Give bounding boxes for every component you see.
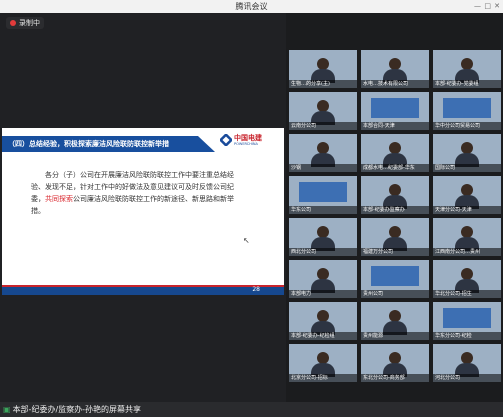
participant-tile[interactable]: 本部-纪委办-纪检组 (289, 302, 357, 340)
logo-text-en: POWERCHINA (234, 141, 258, 146)
participant-tile[interactable]: 本部电力 (289, 260, 357, 298)
participant-tile[interactable]: 西北分公司 (289, 218, 357, 256)
slide-header: （四）总结经验，积极探索廉洁风险联防联控新举措 (2, 136, 215, 152)
recording-dot-icon (10, 20, 16, 26)
participant-tile[interactable]: 贵州能源 (361, 302, 429, 340)
participant-name: 华东分公司-纪检 (433, 332, 501, 340)
participant-name: 生物…的分享(主) (289, 80, 357, 88)
recording-indicator[interactable]: 录制中 (6, 17, 44, 29)
slide-page-number: 28 (252, 286, 260, 293)
participant-tile[interactable]: 本部-纪委办-党委组 (433, 50, 501, 88)
participant-tile[interactable]: 华东分公司-纪检 (433, 302, 501, 340)
participant-screen (443, 308, 491, 328)
participant-screen (371, 266, 419, 286)
screen-share-bar: ▣ 本部-纪委办/监察办-孙艳的屏幕共享 (0, 402, 503, 417)
participant-name: 水电…技术有限公司 (361, 80, 429, 88)
participant-tile[interactable]: 本部-纪委办监察办 (361, 176, 429, 214)
participant-tile[interactable]: 北京分公司-招标 (289, 344, 357, 382)
participant-name: 天津分公司-天津 (433, 206, 501, 214)
participant-tile[interactable]: 云南分公司 (289, 92, 357, 130)
participant-tile[interactable]: 成都水电…纪委部-华东 (361, 134, 429, 172)
participant-name: 本部-纪委办-党委组 (433, 80, 501, 88)
participant-screen (443, 98, 491, 118)
participant-name: 福建万分公司 (361, 248, 429, 256)
participant-name: 本部合同-天津 (361, 122, 429, 130)
participant-name: 本部-纪委办监察办 (361, 206, 429, 214)
minimize-icon[interactable]: — (474, 0, 481, 13)
participant-name: 河北分公司 (433, 374, 501, 382)
screen-share-indicator[interactable]: ▣ 本部-纪委办/监察办-孙艳的屏幕共享 (3, 402, 141, 417)
participant-tile[interactable]: 华东公司 (289, 176, 357, 214)
participant-tile[interactable]: 天津分公司-天津 (433, 176, 501, 214)
presentation-slide: （四）总结经验，积极探索廉洁风险联防联控新举措 中国电建 POWERCHINA … (2, 128, 284, 295)
participant-name: 本部电力 (289, 290, 357, 298)
participant-tile[interactable]: 贵州公司 (361, 260, 429, 298)
participant-name: 华中分公司贸易公司 (433, 122, 501, 130)
participant-name: 国际公司 (433, 164, 501, 172)
participant-tile[interactable]: 本部合同-天津 (361, 92, 429, 130)
participant-name: 云南分公司 (289, 122, 357, 130)
logo-text-cn: 中国电建 (234, 133, 262, 142)
window-titlebar: 腾讯会议 — □ ✕ (0, 0, 503, 13)
screen-share-label: 本部-纪委办/监察办-孙艳的屏幕共享 (12, 405, 142, 414)
slide-body-highlight: 共同探索 (45, 195, 73, 203)
slide-footer: 28 (2, 285, 284, 295)
participant-name: 东北分公司-商务部 (361, 374, 429, 382)
participant-name: 西北分公司 (289, 248, 357, 256)
participant-name: 沙钢 (289, 164, 357, 172)
maximize-icon[interactable]: □ (484, 0, 491, 13)
participant-tile[interactable]: 东北分公司-商务部 (361, 344, 429, 382)
screen-share-icon: ▣ (3, 405, 11, 414)
window-title: 腾讯会议 (235, 2, 268, 11)
company-logo: 中国电建 POWERCHINA (220, 134, 262, 146)
participant-name: 贵州能源 (361, 332, 429, 340)
participant-name: 江西南分公司…贵州 (433, 248, 501, 256)
participant-tile[interactable]: 河北分公司 (433, 344, 501, 382)
participant-name: 贵州公司 (361, 290, 429, 298)
close-icon[interactable]: ✕ (494, 0, 500, 13)
recording-label: 录制中 (19, 19, 40, 27)
mouse-cursor-icon: ↖ (243, 236, 250, 245)
participant-name: 北京分公司-招标 (289, 374, 357, 382)
participant-tile[interactable]: 华中分公司贸易公司 (433, 92, 501, 130)
participant-tile[interactable]: 华北分公司-招生 (433, 260, 501, 298)
participant-screen (299, 182, 347, 202)
participant-name: 成都水电…纪委部-华东 (361, 164, 429, 172)
participant-name: 本部-纪委办-纪检组 (289, 332, 357, 340)
participant-tile[interactable]: 生物…的分享(主) (289, 50, 357, 88)
participant-screen (371, 98, 419, 118)
participant-name: 华东公司 (289, 206, 357, 214)
slide-footer-stripe (2, 285, 284, 287)
participant-video-grid: 生物…的分享(主) 水电…技术有限公司 本部-纪委办-党委组 云南分公司 本部合… (289, 50, 501, 385)
participant-tile[interactable]: 江西南分公司…贵州 (433, 218, 501, 256)
participant-tile[interactable]: 福建万分公司 (361, 218, 429, 256)
participant-name: 华北分公司-招生 (433, 290, 501, 298)
powerchina-logo-icon (220, 134, 232, 146)
participant-tile[interactable]: 水电…技术有限公司 (361, 50, 429, 88)
slide-body-text: 各分（子）公司在开展廉洁风险联防联控工作中要注重总结经验、发现不足，针对工作中的… (31, 169, 241, 217)
participant-tile[interactable]: 沙钢 (289, 134, 357, 172)
participant-tile[interactable]: 国际公司 (433, 134, 501, 172)
